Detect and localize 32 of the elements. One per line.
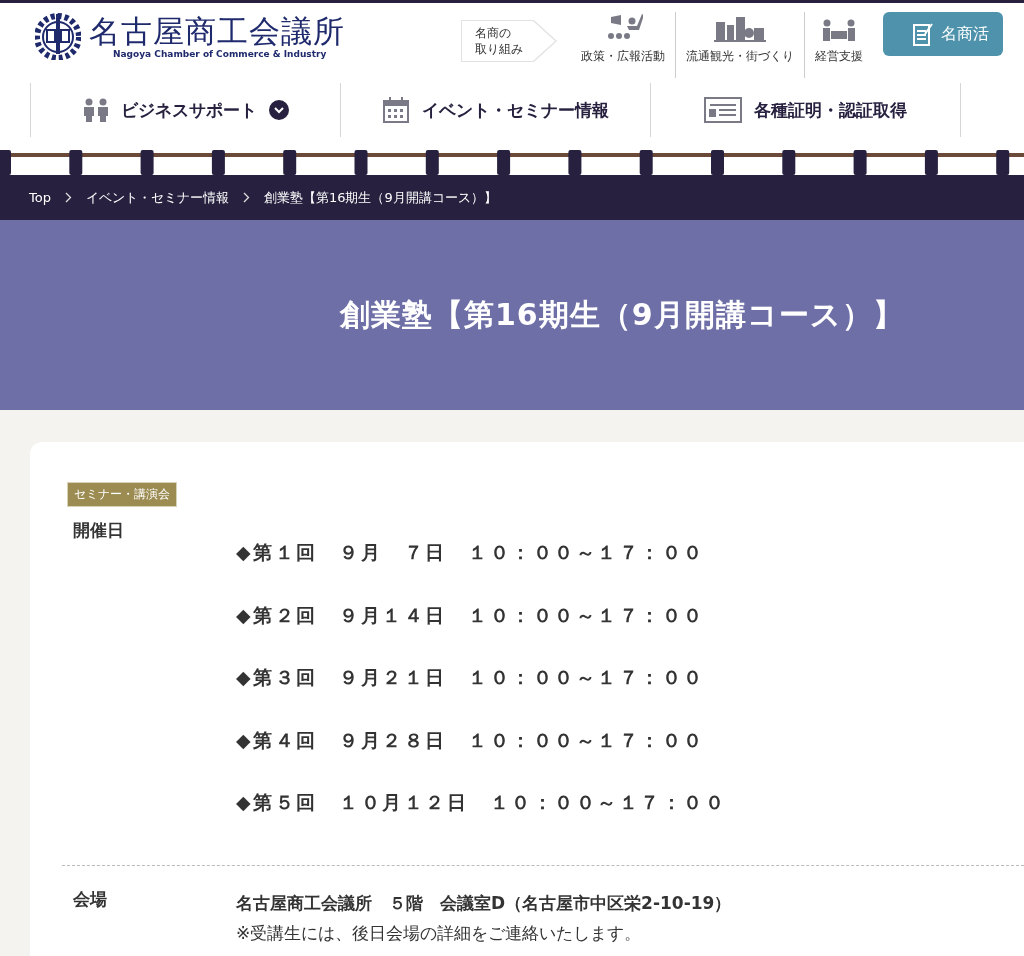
schedule-line: ◆第２回 ９月１４日 １０：００～１７：００ [236, 602, 706, 628]
schedule-line: ◆第４回 ９月２８日 １０：００～１７：００ [236, 727, 706, 753]
gear-emblem-logo [35, 12, 81, 60]
breadcrumb-link[interactable]: Top [29, 190, 51, 205]
certificate-icon [704, 97, 742, 123]
logo-title[interactable]: 名古屋商工会議所 [89, 13, 345, 49]
initiatives-arrow-label: 名商の 取り組み [461, 20, 557, 62]
breadcrumb-current: 創業塾【第16期生（9月開講コース）】 [263, 188, 497, 207]
venue-text: 名古屋商工会議所 ５階 会議室D（名古屋市中区栄2-10-19） [236, 891, 732, 915]
schedule-line: ◆第５回 １０月１２日 １０：００～１７：００ [236, 790, 727, 815]
nav-tab[interactable]: イベント・セミナー情報 [340, 83, 650, 137]
people-icon [82, 98, 109, 122]
document-pen-icon [913, 22, 933, 46]
header-link[interactable]: 政策・広報活動 [571, 12, 675, 78]
logo-subtitle: Nagoya Chamber of Commerce & Industry [113, 49, 328, 59]
breadcrumb-link[interactable]: イベント・セミナー情報 [85, 188, 229, 207]
nav-tab[interactable]: 各種証明・認証取得 [650, 83, 961, 137]
schedule-line: ◆第３回 ９月２１日 １０：００～１７：００ [236, 665, 706, 690]
detail-label: 開催日 [72, 519, 125, 542]
detail-label: 会場 [72, 887, 108, 911]
schedule-line: ◆第１回 ９月 ７日 １０：００～１７：００ [236, 540, 706, 565]
page-title: 創業塾【第16期生（9月開講コース）】 [340, 295, 904, 334]
chevron-right-icon [64, 192, 72, 203]
category-tag: セミナー・講演会 [67, 482, 177, 507]
venue-note: ※受講生には、後日会場の詳細をご連絡いたします。 [236, 921, 643, 945]
calendar-icon [382, 96, 410, 124]
chevron-right-icon [242, 192, 250, 203]
header-link[interactable]: 経営支援 [805, 12, 873, 78]
nav-tab[interactable]: ビジネスサポート [30, 83, 340, 137]
header-link[interactable]: 流通観光・街づくり [676, 12, 804, 78]
meeting-icon [822, 18, 856, 42]
city-buildings-icon [714, 16, 766, 42]
